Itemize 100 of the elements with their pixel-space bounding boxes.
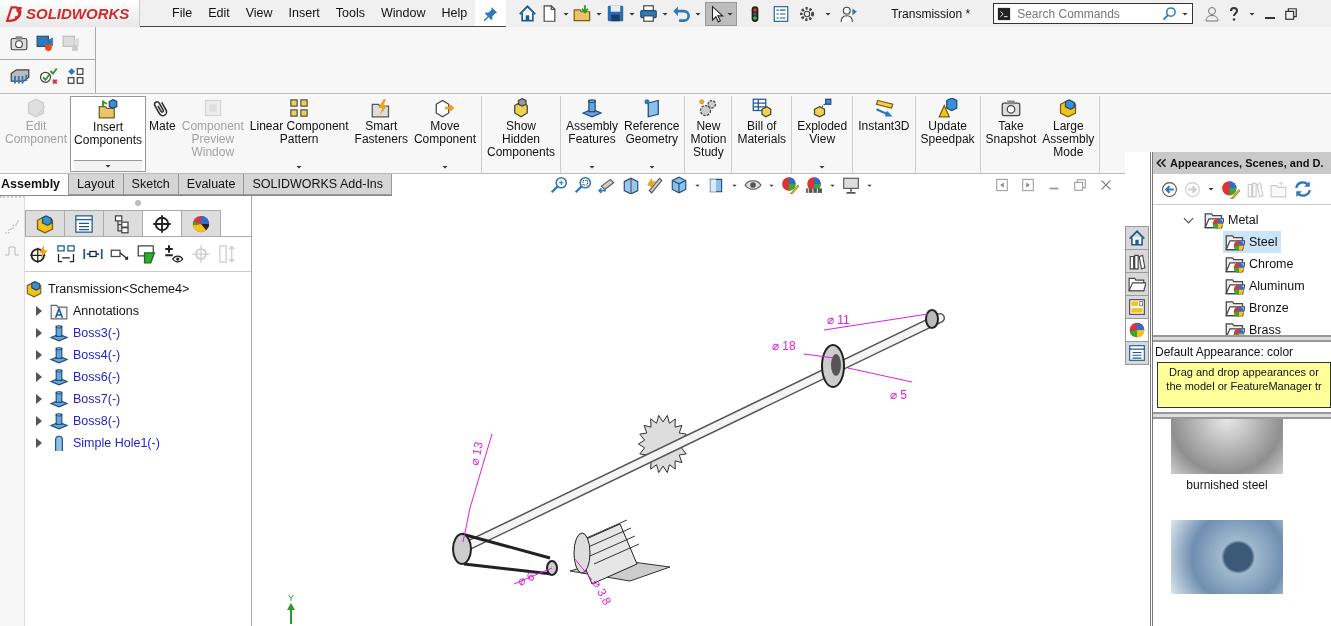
caret-icon[interactable] (647, 163, 656, 171)
menu-item[interactable]: Tools (327, 3, 374, 23)
menu-item[interactable]: Insert (280, 3, 328, 23)
ribbon-button[interactable]: Assembly Features (563, 96, 622, 172)
tree-item[interactable]: Annotations (73, 304, 140, 318)
panel-tab[interactable] (181, 210, 221, 236)
list-icon[interactable] (772, 4, 791, 23)
plus-eye-icon[interactable] (164, 244, 184, 264)
ribbon-button[interactable]: Move Component (410, 96, 479, 172)
check-marks-icon[interactable] (38, 66, 58, 86)
chevrons-icon[interactable] (1155, 157, 1167, 169)
caret-icon[interactable] (104, 162, 113, 170)
menu-item[interactable]: Edit (200, 3, 238, 23)
menu-item[interactable]: Window (373, 3, 434, 23)
caret-icon[interactable] (588, 163, 596, 171)
expand-icon[interactable] (36, 416, 42, 426)
tree-item[interactable]: Boss7(-) (73, 392, 121, 406)
diagram-icon[interactable] (66, 67, 84, 85)
command-tab[interactable]: Sketch (122, 174, 179, 195)
scene-icon[interactable] (805, 176, 824, 194)
ribbon-button[interactable]: Smart Fasteners (351, 96, 411, 172)
menu-item[interactable]: Help (433, 3, 476, 23)
home-icon[interactable] (518, 4, 538, 23)
dimension-label[interactable]: ⌀ 6 (515, 568, 537, 589)
expand-icon[interactable] (36, 372, 42, 382)
panel-tab[interactable] (64, 210, 104, 236)
video-record-icon[interactable] (36, 34, 54, 52)
back-icon[interactable] (1161, 180, 1178, 198)
tree-item[interactable]: Boss3(-) (73, 326, 121, 340)
ribbon-button[interactable]: Update Speedpak (917, 96, 978, 172)
cad-model-icon[interactable] (10, 66, 30, 86)
dimension-label[interactable]: ⌀ 3.8 (589, 577, 615, 608)
caret-icon[interactable] (295, 163, 304, 171)
color-ball-pencil-icon[interactable] (1221, 179, 1240, 199)
ribbon-button[interactable]: Insert Components (70, 96, 147, 172)
search-bar[interactable]: Search Commands (993, 3, 1194, 24)
menu-item[interactable]: View (237, 3, 281, 23)
color-ball-pencil-icon[interactable] (781, 176, 800, 194)
ribbon-button[interactable]: Take Snapshot (982, 96, 1040, 172)
menu-item[interactable]: File (164, 3, 201, 23)
expand-icon[interactable] (36, 438, 42, 448)
previous-window-icon[interactable] (995, 178, 1009, 192)
mate-reference-icon[interactable] (56, 244, 76, 264)
drag-handle[interactable] (135, 200, 141, 206)
ribbon-button[interactable]: Show Hidden Components (483, 96, 558, 172)
tree-item[interactable]: Boss4(-) (73, 348, 121, 362)
task-pane-tab[interactable] (1125, 318, 1149, 342)
panel-tab[interactable] (103, 210, 143, 236)
ribbon-button[interactable]: Bill of Materials (734, 96, 790, 172)
tree-item[interactable]: Metal (1228, 213, 1259, 227)
zoom-fit-icon[interactable] (550, 176, 569, 194)
refresh-icon[interactable] (1294, 180, 1312, 198)
tree-item[interactable]: Simple Hole1(-) (73, 436, 160, 450)
tree-item[interactable]: Steel (1223, 231, 1281, 253)
caret-icon[interactable] (818, 163, 827, 171)
caret-icon[interactable] (440, 163, 449, 171)
zoom-area-icon[interactable] (574, 176, 593, 194)
pin-icon[interactable] (483, 5, 499, 21)
tree-item[interactable]: Bronze (1223, 297, 1292, 319)
folder-icon[interactable] (573, 4, 593, 23)
search-field[interactable]: Search Commands (1015, 5, 1159, 22)
dynamic-annotation-icon[interactable] (646, 176, 665, 194)
restore-icon[interactable] (1284, 6, 1299, 21)
tree-item[interactable]: Boss6(-) (73, 370, 121, 384)
user-icon[interactable] (1204, 5, 1221, 22)
ribbon-button[interactable]: Mate (146, 96, 179, 172)
dimension-label[interactable]: ⌀ 11 (827, 313, 850, 327)
expand-icon[interactable] (36, 394, 42, 404)
task-pane-tab[interactable] (1125, 272, 1149, 296)
ribbon-button[interactable]: Instant3D (855, 96, 913, 172)
ribbon-button[interactable]: Large Assembly Mode (1039, 96, 1098, 172)
task-pane-tab[interactable] (1125, 249, 1149, 273)
dimension-label[interactable]: ⌀ 5 (890, 388, 907, 402)
undo-icon[interactable] (672, 4, 692, 23)
printer-icon[interactable] (639, 4, 659, 23)
save-icon[interactable] (606, 4, 626, 23)
caret-icon[interactable] (1207, 185, 1215, 193)
expand-icon[interactable] (36, 306, 42, 316)
dimension-label[interactable]: ⌀ 13 (467, 440, 486, 467)
next-window-icon[interactable] (1021, 178, 1035, 192)
panel-tab[interactable] (142, 210, 182, 236)
section-view-icon[interactable] (622, 176, 641, 194)
previous-view-icon[interactable] (598, 176, 617, 194)
smart-mate-icon[interactable] (29, 244, 49, 264)
ribbon-button[interactable]: Linear Component Pattern (246, 96, 352, 172)
command-tab[interactable]: Evaluate (177, 174, 245, 195)
command-tab[interactable]: SOLIDWORKS Add-Ins (243, 174, 393, 195)
ribbon-button[interactable]: Exploded View (794, 96, 851, 172)
task-pane-tab[interactable] (1125, 295, 1149, 319)
user-arrow-icon[interactable] (840, 4, 859, 23)
camera-icon[interactable] (10, 34, 28, 52)
photo-placeholder[interactable] (1171, 520, 1283, 594)
gear-icon[interactable] (798, 4, 817, 23)
tree-item[interactable]: Chrome (1223, 253, 1297, 275)
task-pane-tab[interactable] (1125, 341, 1149, 365)
ribbon-button[interactable]: New Motion Study (687, 96, 730, 172)
tree-item[interactable]: Boss8(-) (73, 414, 121, 428)
close-icon[interactable] (1099, 178, 1113, 192)
ribbon-button[interactable]: Reference Geometry (621, 96, 683, 172)
command-tab[interactable]: Layout (68, 174, 124, 195)
